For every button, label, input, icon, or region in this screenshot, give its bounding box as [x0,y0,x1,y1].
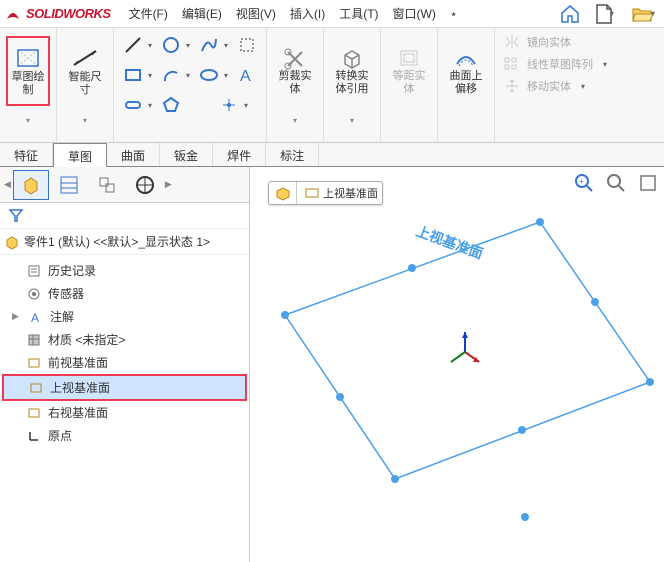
menu-edit[interactable]: 编辑(E) [176,1,228,26]
svg-text:A: A [31,311,39,324]
ribbon-group-trim: 剪裁实体 ▾ [267,28,324,142]
tab-sheetmetal[interactable]: 钣金 [160,143,213,166]
tree-right-plane[interactable]: 右视基准面 [2,401,247,424]
polygon-tool[interactable] [158,92,184,118]
sidebar-tab-tree[interactable] [13,170,49,200]
tree-sensor[interactable]: 传感器 [2,282,247,305]
menu-tools[interactable]: 工具(T) [333,1,384,26]
spline-tool[interactable] [196,32,222,58]
viewport[interactable]: + 上视基准面 上视基准面 [250,167,664,562]
menu-more[interactable]: ⋆ [444,3,464,25]
sidebar-tabs: ◀ ▶ [0,167,249,203]
menu-file[interactable]: 文件(F) [123,1,174,26]
offset-curve-button[interactable]: 曲面上偏移 [444,36,488,106]
main-area: ◀ ▶ 零件1 (默认) <<默认>_显示状态 1> 历史记录 传感器 ▶ [0,167,664,562]
ribbon-group-convert: 转换实体引用 ▾ [324,28,381,142]
slot-tool[interactable] [120,92,146,118]
open-button[interactable]: ▾ [626,2,660,26]
arc-tool[interactable] [158,62,184,88]
dropdown-icon[interactable]: ▾ [26,116,30,125]
sidebar-tab-property[interactable] [51,170,87,200]
dimension-icon [70,45,100,71]
offset-entity-button[interactable]: 等距实体 [387,36,431,106]
tab-bar: 特征 草图 曲面 钣金 焊件 标注 [0,143,664,167]
viewport-canvas: 上视基准面 [250,167,664,562]
sidebar-tab-config[interactable] [89,170,125,200]
ribbon-group-offset-entity: 等距实体 [381,28,438,142]
ribbon-group-offset-curve: 曲面上偏移 [438,28,495,142]
filter-row [0,203,249,229]
ribbon-group-sketch: 草图绘制 ▾ [0,28,57,142]
cube-icon [339,46,365,70]
circle-tool[interactable] [158,32,184,58]
tree-annotations[interactable]: ▶ A 注解 [2,305,247,328]
point-tool[interactable] [216,92,242,118]
rect-select-tool[interactable] [234,32,260,58]
tab-feature[interactable]: 特征 [0,143,53,166]
menu-window[interactable]: 窗口(W) [387,1,442,26]
sidebar-prev[interactable]: ◀ [4,179,11,190]
sketch-tool-grid: ▾ ▾ ▾ ▾ ▾ ▾ A ▾ ▾ [114,28,267,142]
scissors-icon [282,46,308,70]
tree-origin[interactable]: 原点 [2,424,247,447]
home-button[interactable] [558,2,582,26]
feature-tree: 历史记录 传感器 ▶ A 注解 材质 <未指定> 前视基准面 上视基准面 [0,255,249,451]
funnel-icon[interactable] [8,207,24,223]
tree-history[interactable]: 历史记录 [2,259,247,282]
dropdown-icon[interactable]: ▾ [83,116,87,125]
new-doc-button[interactable]: ▾ [592,2,616,26]
tab-sketch[interactable]: 草图 [53,143,107,167]
tab-weldment[interactable]: 焊件 [213,143,266,166]
tree-front-plane[interactable]: 前视基准面 [2,351,247,374]
smart-dimension-label: 智能尺寸 [65,71,105,97]
plane-label: 上视基准面 [414,223,485,262]
ribbon-group-disabled: 镜向实体 线性草图阵列▾ 移动实体▾ [495,28,615,142]
pattern-icon [503,56,521,72]
spacer [190,92,210,118]
menu-insert[interactable]: 插入(I) [284,1,331,26]
tree-material[interactable]: 材质 <未指定> [2,328,247,351]
convert-entities-button[interactable]: 转换实体引用 [330,36,374,106]
sketch-icon [13,45,43,71]
line-tool[interactable] [120,32,146,58]
move-icon [503,78,521,94]
svg-text:A: A [240,68,251,85]
menu-view[interactable]: 视图(V) [230,1,282,26]
rect-tool[interactable] [120,62,146,88]
solidworks-icon [4,5,22,23]
move-entities-button[interactable]: 移动实体▾ [503,78,607,94]
sketch-button[interactable]: 草图绘制 [6,36,50,106]
sidebar-tab-dimxpert[interactable] [127,170,163,200]
linear-pattern-button[interactable]: 线性草图阵列▾ [503,56,607,72]
sidebar-next[interactable]: ▶ [165,179,172,190]
ellipse-tool[interactable] [196,62,222,88]
offset-curve-icon [453,46,479,70]
app-name: SOLIDWORKS [26,6,111,21]
feature-manager: ◀ ▶ 零件1 (默认) <<默认>_显示状态 1> 历史记录 传感器 ▶ [0,167,250,562]
tab-surface[interactable]: 曲面 [107,143,160,166]
app-logo: SOLIDWORKS [4,5,111,23]
ribbon: 草图绘制 ▾ 智能尺寸 ▾ ▾ ▾ ▾ ▾ ▾ ▾ A ▾ ▾ [0,28,664,143]
tab-annotate[interactable]: 标注 [266,143,319,166]
mirror-entities-button[interactable]: 镜向实体 [503,34,607,50]
part-root[interactable]: 零件1 (默认) <<默认>_显示状态 1> [0,229,249,255]
smart-dimension-button[interactable]: 智能尺寸 [63,36,107,106]
tree-top-plane[interactable]: 上视基准面 [2,374,247,401]
sketch-label: 草图绘制 [10,71,46,97]
text-tool[interactable]: A [234,62,260,88]
trim-button[interactable]: 剪裁实体 [273,36,317,106]
mirror-icon [503,34,521,50]
menubar-right: ▾ ▾ [558,2,660,26]
menubar: SOLIDWORKS 文件(F) 编辑(E) 视图(V) 插入(I) 工具(T)… [0,0,664,28]
ribbon-group-dimension: 智能尺寸 ▾ [57,28,114,142]
offset-icon [396,46,422,70]
